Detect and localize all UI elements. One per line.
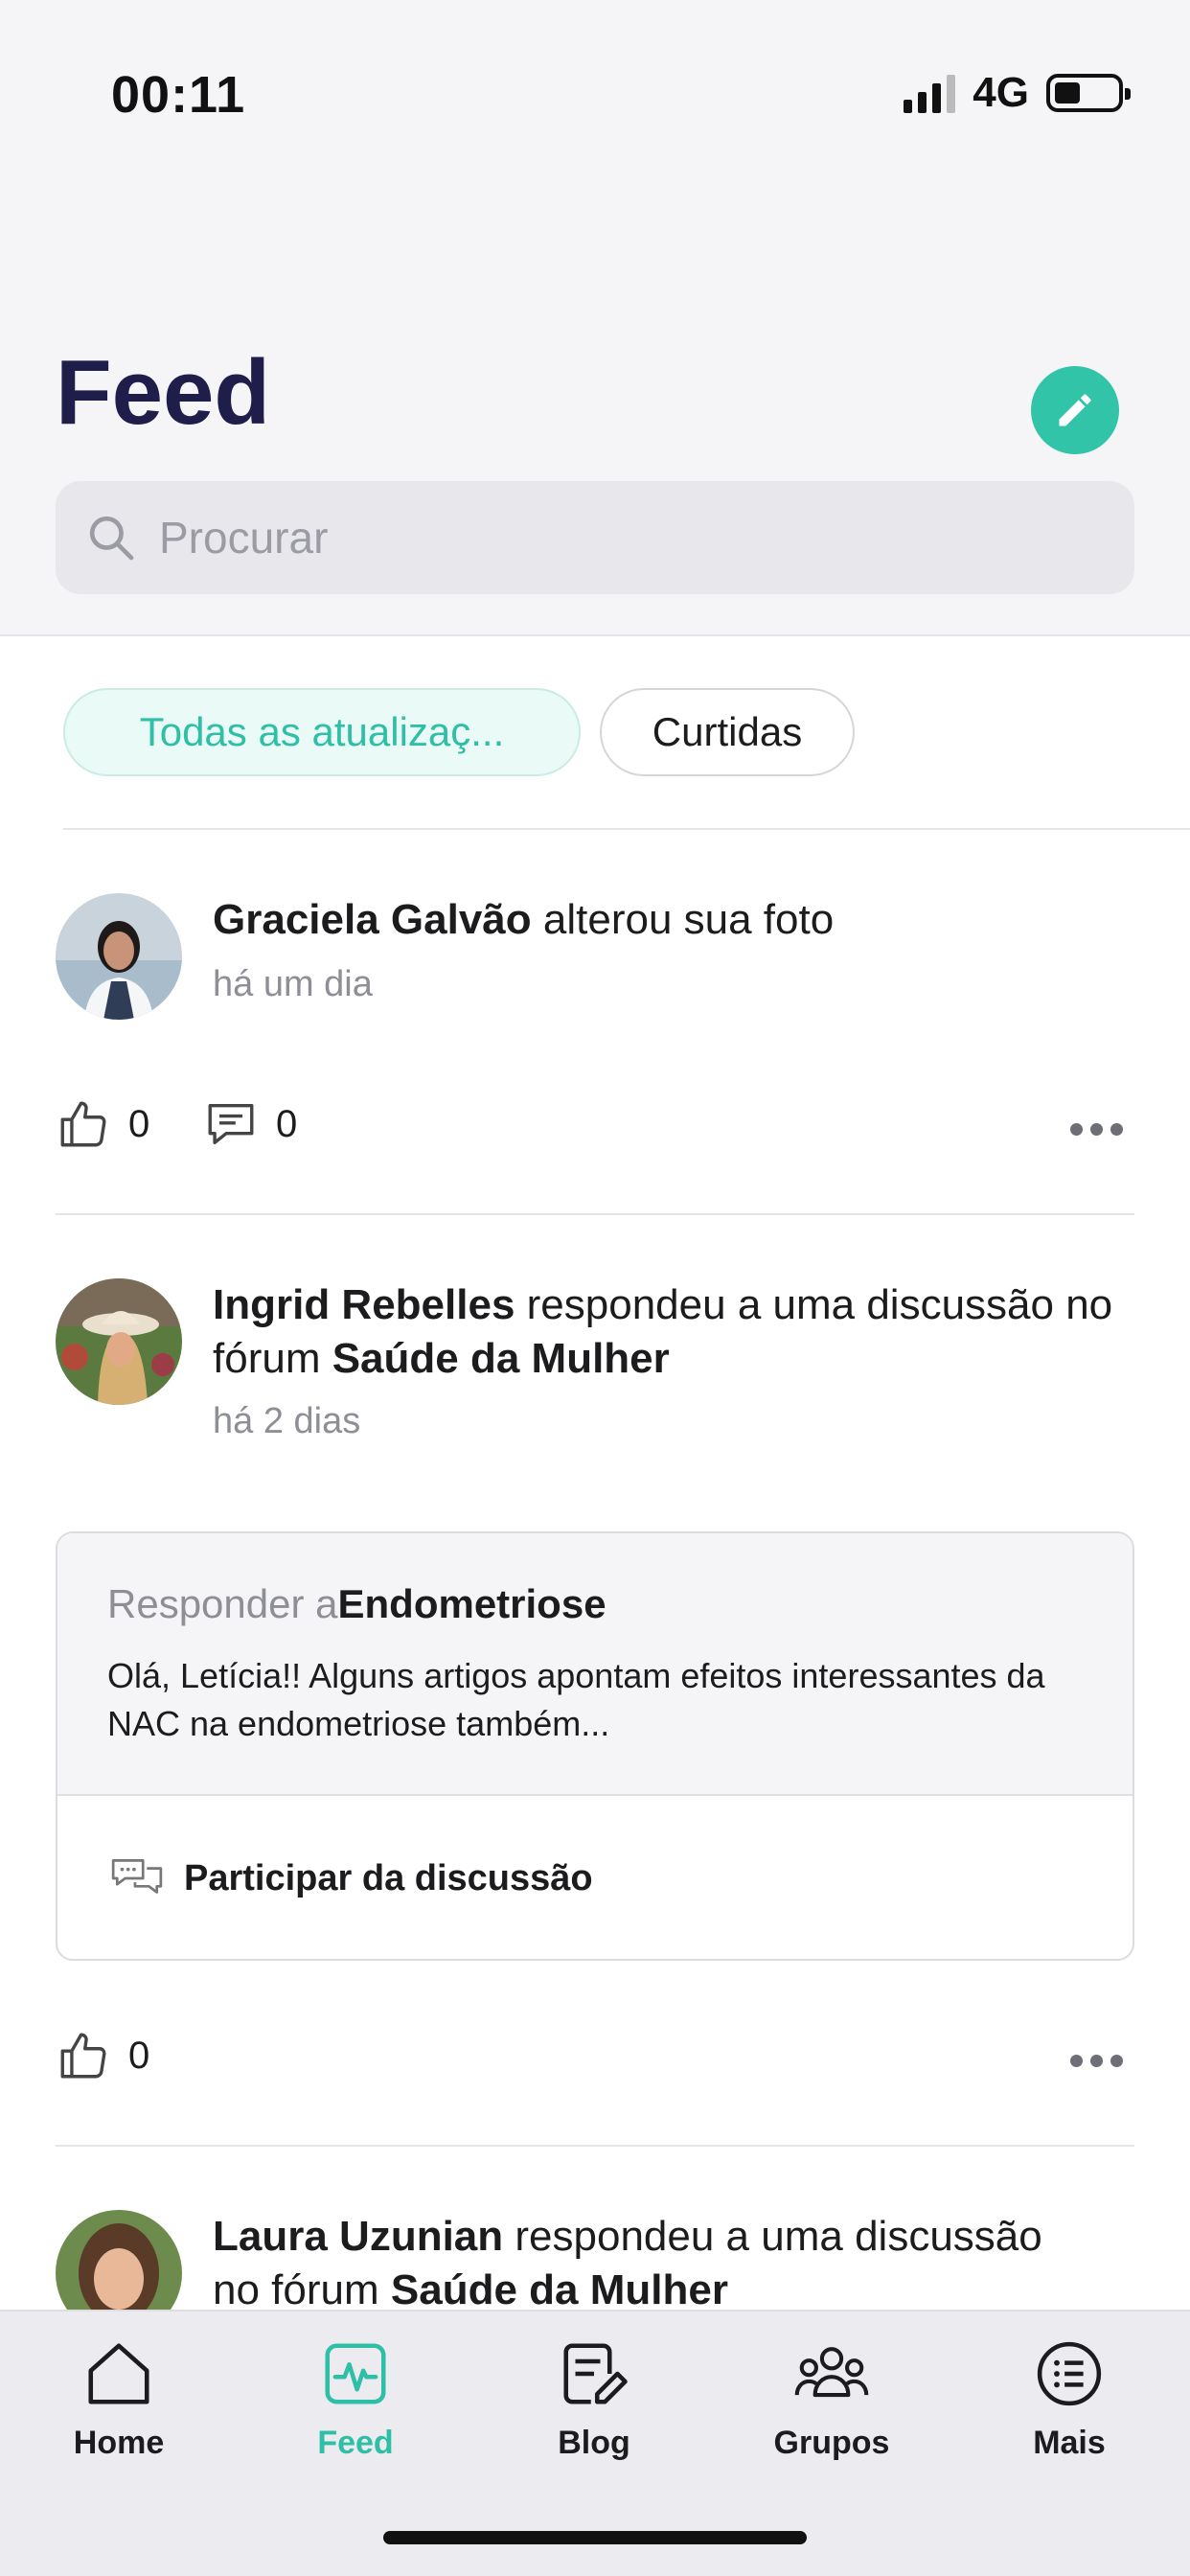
avatar[interactable] bbox=[56, 893, 182, 1020]
post-actions: 0 0 bbox=[56, 1096, 1134, 1163]
tab-blog[interactable]: Blog bbox=[498, 2334, 690, 2462]
divider bbox=[63, 828, 1190, 830]
avatar-photo bbox=[56, 1278, 182, 1405]
post-author[interactable]: Graciela Galvão bbox=[213, 896, 532, 943]
post-actions: 0 bbox=[56, 2028, 1134, 2095]
divider bbox=[56, 2145, 1134, 2147]
search-input[interactable]: Procurar bbox=[56, 481, 1134, 594]
page-header: Feed Procurar bbox=[0, 192, 1190, 636]
like-count: 0 bbox=[128, 1102, 150, 1145]
avatar[interactable] bbox=[56, 1278, 182, 1405]
discussion-icon bbox=[111, 1859, 163, 1894]
reply-topic[interactable]: Endometriose bbox=[338, 1581, 606, 1626]
tab-label: Blog bbox=[558, 2425, 630, 2461]
post-author[interactable]: Laura Uzunian bbox=[213, 2213, 503, 2260]
like-button[interactable]: 0 bbox=[56, 2028, 149, 2083]
comment-count: 0 bbox=[276, 1102, 298, 1145]
status-bar: 00:11 4G bbox=[0, 0, 1190, 192]
more-options-icon[interactable] bbox=[1070, 1123, 1123, 1136]
like-button[interactable]: 0 bbox=[56, 1096, 149, 1152]
like-count: 0 bbox=[128, 2034, 150, 2077]
post-time: há um dia bbox=[213, 964, 373, 1004]
tab-label: Feed bbox=[317, 2425, 394, 2461]
thumbs-up-icon bbox=[60, 2033, 106, 2079]
tab-grupos[interactable]: Grupos bbox=[736, 2334, 927, 2462]
network-type: 4G bbox=[973, 69, 1029, 116]
join-discussion-button[interactable]: Participar da discussão bbox=[57, 1796, 1133, 1959]
forum-link[interactable]: Saúde da Mulher bbox=[391, 2266, 728, 2313]
comment-icon bbox=[208, 1103, 254, 1145]
reply-excerpt: Olá, Letícia!! Alguns artigos apontam ef… bbox=[107, 1656, 1045, 1743]
status-time: 00:11 bbox=[111, 66, 246, 124]
post-headline: Graciela Galvão alterou sua foto bbox=[213, 893, 1190, 947]
reply-title: Responder aEndometriose bbox=[107, 1581, 1083, 1627]
more-options-icon[interactable] bbox=[1070, 2055, 1123, 2067]
avatar-photo bbox=[56, 893, 182, 1020]
forum-link[interactable]: Saúde da Mulher bbox=[332, 1335, 670, 1382]
page-title: Feed bbox=[56, 341, 271, 444]
pencil-icon bbox=[1059, 394, 1091, 426]
post-headline: Laura Uzunian respondeu a uma discussão … bbox=[213, 2210, 1190, 2317]
tab-home[interactable]: Home bbox=[23, 2334, 215, 2462]
menu-list-icon bbox=[1037, 2341, 1102, 2406]
post-headline: Ingrid Rebelles respondeu a uma discussã… bbox=[213, 1278, 1190, 1386]
post-action: respondeu a uma discussão bbox=[503, 2213, 1042, 2260]
reply-card[interactable]: Responder aEndometriose Olá, Letícia!! A… bbox=[56, 1531, 1134, 1961]
thumbs-up-icon bbox=[60, 1101, 106, 1147]
signal-icon bbox=[904, 73, 956, 113]
blog-edit-icon bbox=[563, 2343, 628, 2404]
feed-filters: Todas as atualizaç... Curtidas bbox=[0, 636, 1190, 830]
filter-all-updates[interactable]: Todas as atualizaç... bbox=[63, 688, 581, 776]
home-icon bbox=[88, 2343, 149, 2404]
join-discussion-label: Participar da discussão bbox=[184, 1857, 593, 1898]
tab-label: Mais bbox=[1033, 2425, 1106, 2461]
reply-preview[interactable]: Responder aEndometriose Olá, Letícia!! A… bbox=[57, 1533, 1133, 1796]
tab-mais[interactable]: Mais bbox=[973, 2334, 1165, 2462]
tab-label: Grupos bbox=[773, 2425, 890, 2461]
search-icon bbox=[89, 516, 134, 561]
search-placeholder: Procurar bbox=[159, 513, 329, 563]
comment-button[interactable]: 0 bbox=[203, 1096, 297, 1152]
post-time: há 2 dias bbox=[213, 1401, 361, 1441]
tab-feed[interactable]: Feed bbox=[260, 2334, 451, 2462]
status-indicators: 4G bbox=[904, 69, 1131, 117]
group-icon bbox=[794, 2347, 869, 2398]
divider bbox=[56, 1213, 1134, 1215]
post-action-line2: no fórum bbox=[213, 2266, 391, 2313]
filter-liked[interactable]: Curtidas bbox=[600, 688, 855, 776]
activity-icon bbox=[325, 2343, 386, 2404]
post-action: alterou sua foto bbox=[531, 896, 835, 943]
home-indicator bbox=[383, 2531, 807, 2544]
compose-button[interactable] bbox=[1031, 366, 1119, 454]
reply-prefix: Responder a bbox=[107, 1581, 338, 1626]
post-author[interactable]: Ingrid Rebelles bbox=[213, 1281, 515, 1328]
tab-label: Home bbox=[73, 2425, 165, 2461]
battery-low-icon bbox=[1046, 74, 1131, 112]
